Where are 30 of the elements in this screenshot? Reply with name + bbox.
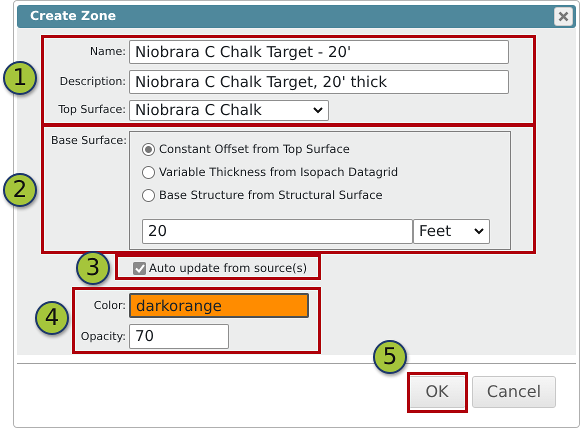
- radio-option[interactable]: Constant Offset from Top Surface: [142, 138, 350, 161]
- field-label: Top Surface:: [58, 102, 126, 118]
- checkbox[interactable]: [133, 262, 146, 276]
- close-icon: [558, 11, 569, 22]
- highlight-frame: [407, 372, 468, 413]
- step-number: 2: [3, 173, 37, 207]
- offset-field[interactable]: 20: [142, 219, 413, 244]
- step-number: 5: [373, 340, 407, 374]
- color-field[interactable]: darkorange: [129, 293, 309, 318]
- field-label: Opacity:: [80, 328, 126, 344]
- caret-icon: [313, 107, 323, 114]
- field-label: Description:: [60, 74, 126, 90]
- unit-dropdown[interactable]: Feet: [413, 219, 490, 244]
- close-button[interactable]: [554, 7, 573, 26]
- step-number: 1: [3, 61, 37, 95]
- dialog-title: Create Zone: [30, 7, 116, 26]
- field-label: Name:: [90, 44, 126, 60]
- ok-button[interactable]: OK: [408, 376, 466, 408]
- field-label: Color:: [94, 298, 126, 314]
- cancel-button[interactable]: Cancel: [472, 376, 556, 408]
- opacity-field[interactable]: 70: [129, 324, 229, 350]
- checkbox-label[interactable]: Auto update from source(s): [149, 260, 308, 278]
- dropdown[interactable]: Niobrara C Chalk: [129, 100, 329, 121]
- text-field[interactable]: Niobrara C Chalk Target - 20': [129, 40, 509, 64]
- text-field[interactable]: Niobrara C Chalk Target, 20' thick: [129, 70, 509, 94]
- field-label: Base Surface:: [51, 133, 127, 149]
- radio-option[interactable]: Base Structure from Structural Surface: [142, 184, 383, 207]
- check-icon: [134, 264, 144, 274]
- radio-option[interactable]: Variable Thickness from Isopach Datagrid: [142, 161, 398, 184]
- caret-icon: [474, 228, 484, 235]
